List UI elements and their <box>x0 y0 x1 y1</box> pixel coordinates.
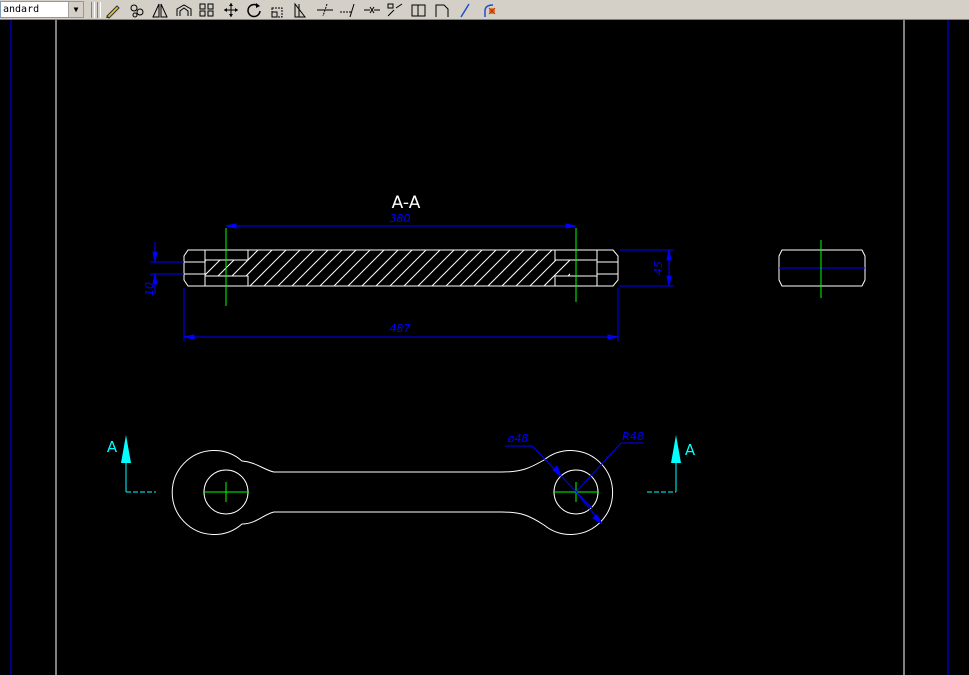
toolbar-grip[interactable] <box>97 2 101 18</box>
join-icon[interactable] <box>409 1 429 19</box>
hatch-line <box>333 250 371 286</box>
section-marker-left: A <box>107 435 156 493</box>
hatch-line <box>459 250 497 286</box>
hatch-line <box>221 250 259 286</box>
dimension-487-label: 487 <box>390 322 411 335</box>
hatch-line <box>614 250 650 286</box>
section-hatch <box>205 250 650 286</box>
hatch-line <box>487 250 525 286</box>
section-outline <box>183 249 619 287</box>
dimension-style-dropdown[interactable]: andard ▼ <box>0 1 84 18</box>
break-icon[interactable] <box>362 1 382 19</box>
hatch-line <box>473 250 511 286</box>
hatch-line <box>291 250 329 286</box>
hatch-line <box>572 250 608 286</box>
dimension-10-label: 10 <box>143 282 156 296</box>
array-icon[interactable] <box>197 1 217 19</box>
section-view: A-A 380 487 45 10 <box>143 193 674 341</box>
hatch-line <box>403 250 441 286</box>
dimension-diameter <box>505 445 593 509</box>
hatch-line <box>586 250 622 286</box>
fillet-icon[interactable] <box>456 1 476 19</box>
hatch-line <box>347 250 385 286</box>
scale-icon[interactable] <box>268 1 288 19</box>
hatch-line <box>205 250 217 286</box>
chevron-down-icon[interactable]: ▼ <box>68 2 83 17</box>
plan-view: ø48 R48 <box>171 430 644 535</box>
section-marker-right-label: A <box>685 441 696 459</box>
modify-toolbar: andard ▼ <box>0 0 969 20</box>
rotate-icon[interactable] <box>244 1 264 19</box>
dimension-style-value: andard <box>3 4 40 15</box>
move-icon[interactable] <box>221 1 241 19</box>
section-centerlines <box>225 228 577 306</box>
hatch-line <box>445 250 483 286</box>
break-at-point-icon[interactable] <box>385 1 405 19</box>
hatch-line <box>277 250 315 286</box>
stretch-icon[interactable] <box>291 1 311 19</box>
hatch-line <box>431 250 469 286</box>
hatch-line <box>249 250 287 286</box>
dimension-diameter-label: ø48 <box>507 432 529 445</box>
hatch-line <box>263 250 301 286</box>
extend-icon[interactable] <box>338 1 358 19</box>
explode-icon[interactable] <box>479 1 499 19</box>
mirror-icon[interactable] <box>150 1 170 19</box>
hatch-line <box>515 250 553 286</box>
sheet-border <box>10 20 949 675</box>
hatch-line <box>319 250 357 286</box>
chamfer-icon[interactable] <box>432 1 452 19</box>
copy-object-icon[interactable] <box>127 1 147 19</box>
section-marker-right: A <box>647 435 696 493</box>
hatch-line <box>389 250 427 286</box>
offset-icon[interactable] <box>174 1 194 19</box>
section-marker-left-label: A <box>107 438 118 456</box>
hatch-line <box>543 250 570 286</box>
hatch-line <box>417 250 455 286</box>
dimension-380-label: 380 <box>390 212 411 225</box>
edit-pencil-icon[interactable] <box>103 1 123 19</box>
dimension-45 <box>620 249 674 287</box>
hatch-line <box>361 250 399 286</box>
toolbar-separator <box>91 2 95 18</box>
hatch-line <box>375 250 413 286</box>
hatch-line <box>501 250 539 286</box>
section-title: A-A <box>392 193 421 213</box>
hatch-line <box>205 250 231 286</box>
dimension-radius-label: R48 <box>622 430 644 443</box>
plan-centerlines <box>203 482 599 502</box>
hatch-line <box>305 250 343 286</box>
dimension-45-label: 45 <box>652 261 665 275</box>
hatch-line <box>529 250 567 286</box>
drawing-canvas[interactable]: A-A 380 487 45 10 ø48 R48 A A <box>0 20 969 675</box>
trim-icon[interactable] <box>315 1 335 19</box>
hatch-line <box>235 250 273 286</box>
side-view <box>778 240 866 298</box>
